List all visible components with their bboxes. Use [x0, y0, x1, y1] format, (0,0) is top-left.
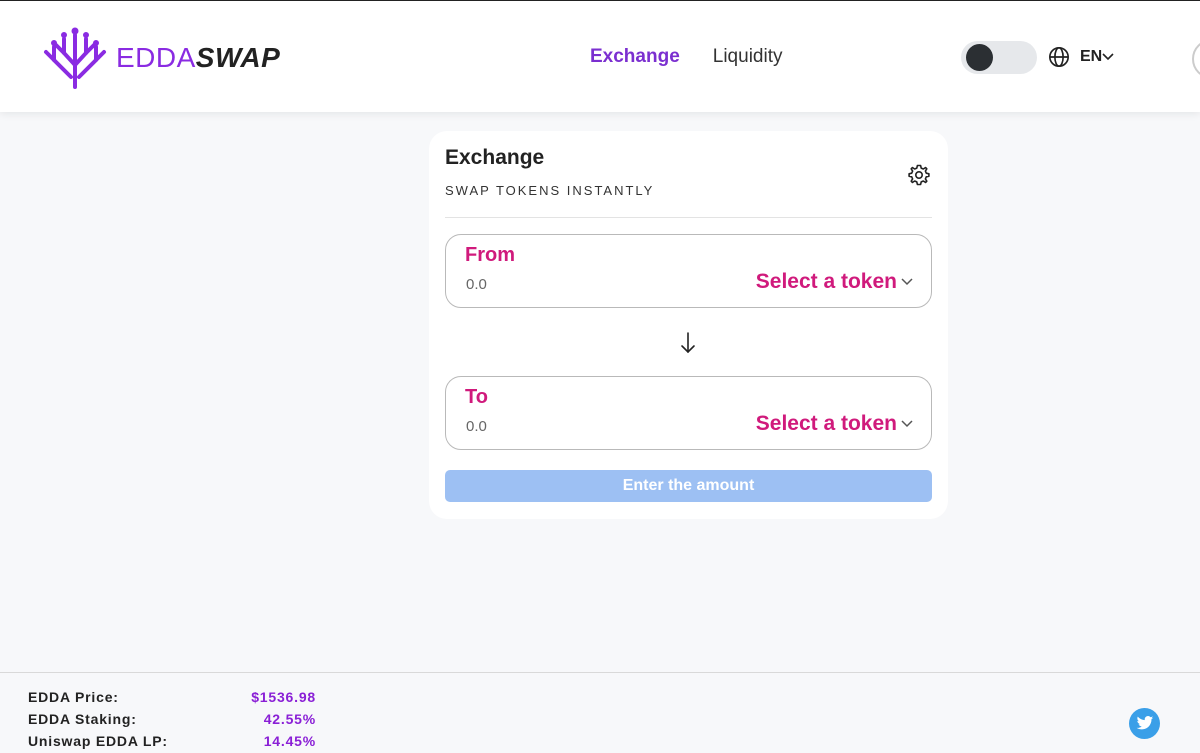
- to-token-select-label: Select a token: [755, 412, 897, 435]
- card-title: Exchange: [445, 146, 545, 169]
- stat-label: Uniswap EDDA LP:: [28, 733, 168, 749]
- language-label: EN: [1080, 48, 1103, 65]
- stat-value: $1536.98: [251, 689, 316, 705]
- enter-amount-button[interactable]: Enter the amount: [445, 470, 932, 502]
- chevron-down-icon: [1102, 53, 1114, 61]
- stat-value: 14.45%: [263, 733, 316, 749]
- stat-edda-price: EDDA Price: $1536.98: [28, 689, 318, 709]
- stat-edda-staking: EDDA Staking: 42.55%: [28, 711, 318, 731]
- logo-wordmark: EDDA SWAP: [116, 42, 280, 74]
- twitter-bird-icon: [1136, 716, 1153, 730]
- card-divider: [445, 217, 932, 218]
- card-subtitle: SWAP TOKENS INSTANTLY: [445, 183, 655, 198]
- stat-value: 42.55%: [263, 711, 316, 727]
- stat-label: EDDA Staking:: [28, 711, 137, 727]
- toggle-knob: [966, 44, 993, 71]
- main-nav: Exchange Liquidity: [590, 46, 782, 68]
- nav-liquidity-link[interactable]: Liquidity: [713, 46, 783, 68]
- footer: EDDA Price: $1536.98 EDDA Staking: 42.55…: [0, 672, 1200, 749]
- logo[interactable]: EDDA SWAP: [42, 25, 280, 91]
- to-label: To: [465, 386, 488, 408]
- from-token-select[interactable]: Select a token: [756, 270, 913, 294]
- globe-icon: [1049, 47, 1069, 67]
- gear-icon[interactable]: [907, 163, 931, 187]
- dark-mode-toggle[interactable]: [961, 41, 1037, 74]
- stat-uniswap-lp: Uniswap EDDA LP: 14.45%: [28, 733, 318, 753]
- stat-label: EDDA Price:: [28, 689, 119, 705]
- nav-exchange-link[interactable]: Exchange: [590, 46, 680, 68]
- from-label: From: [465, 244, 515, 266]
- to-token-panel: To Select a token: [445, 376, 932, 450]
- from-amount-input[interactable]: [466, 273, 666, 295]
- twitter-icon[interactable]: [1129, 708, 1160, 739]
- account-button[interactable]: [1192, 39, 1200, 79]
- logo-text-edda: EDDA: [116, 42, 196, 73]
- language-selector[interactable]: EN: [1048, 46, 1114, 68]
- header: EDDA SWAP Exchange Liquidity EN: [0, 0, 1200, 112]
- arrow-down-icon[interactable]: [678, 331, 698, 355]
- from-token-select-label: Select a token: [755, 270, 897, 293]
- logo-tree-icon: [44, 27, 106, 89]
- chevron-down-icon: [901, 420, 913, 428]
- logo-text-swap: SWAP: [195, 42, 281, 73]
- chevron-down-icon: [901, 278, 913, 286]
- from-token-panel: From Select a token: [445, 234, 932, 308]
- to-token-select[interactable]: Select a token: [756, 412, 913, 436]
- to-amount-input[interactable]: [466, 415, 666, 437]
- exchange-card: Exchange SWAP TOKENS INSTANTLY From Sele…: [429, 131, 948, 519]
